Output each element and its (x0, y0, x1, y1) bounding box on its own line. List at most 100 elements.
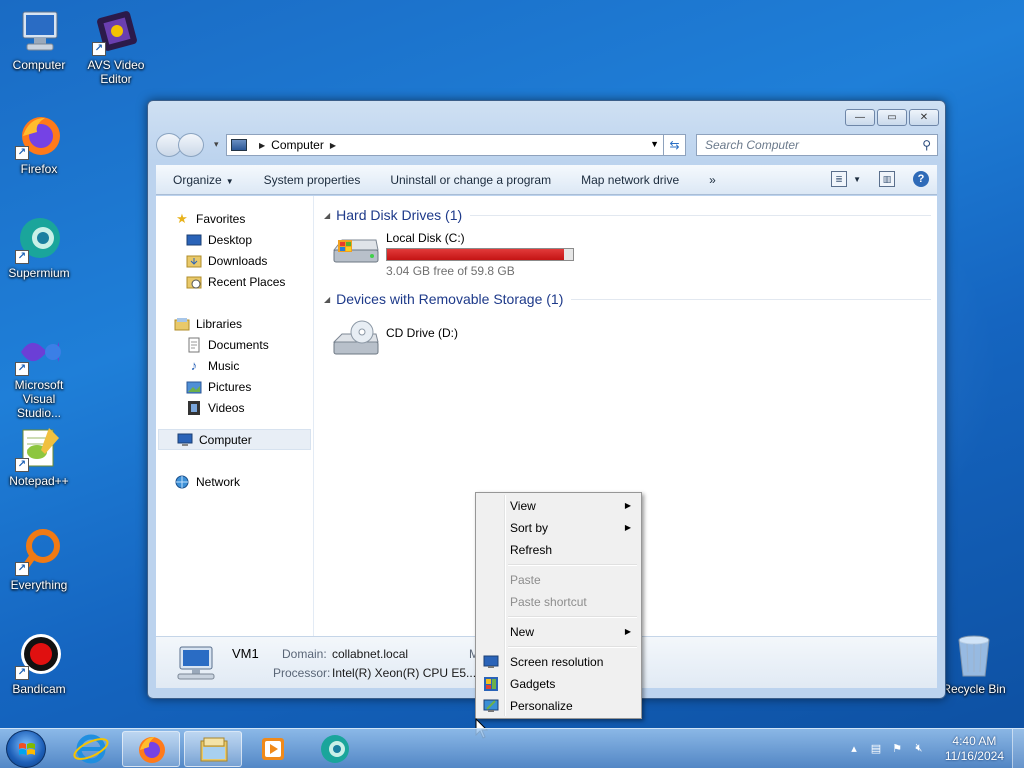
menu-item-screen-resolution[interactable]: Screen resolution (478, 651, 639, 673)
firefox-icon (139, 737, 165, 763)
menu-item-personalize[interactable]: Personalize (478, 695, 639, 717)
map-network-drive-button[interactable]: Map network drive (581, 173, 679, 187)
desktop-icon-avs-video-editor[interactable]: ↗ AVS Video Editor (78, 8, 154, 86)
system-properties-button[interactable]: System properties (264, 173, 361, 187)
supermium-icon (321, 735, 349, 763)
desktop-icon-visual-studio[interactable]: ↗ Microsoft Visual Studio... (1, 328, 77, 420)
visual-studio-icon: ↗ (15, 328, 63, 376)
breadcrumb-separator-icon[interactable]: ▶ (259, 141, 265, 150)
organize-button[interactable]: Organize ▼ (173, 173, 234, 187)
menu-item-paste-shortcut[interactable]: Paste shortcut (478, 591, 639, 613)
volume-muted-icon[interactable]: 🔇︎ (912, 742, 926, 756)
nav-item-downloads[interactable]: Downloads (156, 250, 313, 271)
nav-item-label: Computer (199, 432, 252, 447)
clock[interactable]: 4:40 AM 11/16/2024 (945, 734, 1004, 764)
shortcut-arrow-icon: ↗ (15, 250, 29, 264)
menu-item-label: Screen resolution (510, 655, 604, 669)
desktop-icon-everything[interactable]: ↗ Everything (1, 528, 77, 592)
action-center-flag-icon[interactable]: ⚑ (890, 742, 904, 756)
desktop-icon-computer[interactable]: Computer (1, 8, 77, 72)
nav-item-music[interactable]: ♪ Music (156, 355, 313, 376)
cd-drive-icon (332, 320, 380, 355)
window-controls: — ▭ ✕ (845, 109, 939, 126)
show-desktop-button[interactable] (1012, 729, 1024, 768)
address-bar[interactable]: ▶ Computer ▶ ▼ (226, 134, 664, 156)
taskbar-internet-explorer[interactable] (62, 731, 120, 767)
desktop-icon-bandicam[interactable]: ↗ Bandicam (1, 632, 77, 696)
nav-item-label: Music (208, 358, 240, 373)
change-view-button[interactable]: ≣ ▼ (831, 171, 861, 187)
desktop-icon-supermium[interactable]: ↗ Supermium (1, 216, 77, 280)
breadcrumb-computer[interactable]: Computer (271, 138, 324, 152)
group-header-removable[interactable]: ◢ Devices with Removable Storage (1) (322, 288, 937, 310)
uninstall-program-button[interactable]: Uninstall or change a program (390, 173, 551, 187)
recent-pages-dropdown-icon[interactable]: ▾ (214, 139, 219, 150)
menu-item-sort-by[interactable]: Sort by ▶ (478, 517, 639, 539)
shortcut-arrow-icon: ↗ (15, 458, 29, 472)
chevron-down-icon: ▼ (225, 176, 234, 186)
desktop-icon-label: Supermium (8, 266, 70, 280)
collapse-triangle-icon[interactable]: ◢ (324, 211, 330, 220)
close-button[interactable]: ✕ (909, 109, 939, 126)
group-header-hard-disks[interactable]: ◢ Hard Disk Drives (1) (322, 204, 937, 226)
desktop-icon-notepad-plus-plus[interactable]: ↗ Notepad++ (1, 424, 77, 488)
start-button[interactable] (6, 730, 46, 768)
desktop-icon (186, 232, 202, 248)
nav-item-network[interactable]: Network (156, 471, 313, 492)
preview-pane-icon[interactable]: ▥ (879, 171, 895, 187)
nav-item-videos[interactable]: Videos (156, 397, 313, 418)
recent-places-icon (186, 274, 202, 290)
menu-item-new[interactable]: New ▶ (478, 621, 639, 643)
menu-item-gadgets[interactable]: Gadgets (478, 673, 639, 695)
taskbar-supermium[interactable] (306, 731, 364, 767)
hard-disk-icon (332, 234, 380, 268)
restore-button[interactable]: ▭ (877, 109, 907, 126)
media-player-icon (262, 738, 284, 760)
nav-item-pictures[interactable]: Pictures (156, 376, 313, 397)
windows-logo-icon (19, 743, 35, 755)
nav-item-documents[interactable]: Documents (156, 334, 313, 355)
processor-label: Processor: (273, 666, 331, 680)
menu-item-label: Sort by (510, 521, 549, 535)
refresh-button[interactable]: ⇆ (664, 134, 686, 156)
address-dropdown-icon[interactable]: ▼ (650, 139, 659, 149)
supermium-icon: ↗ (15, 216, 63, 264)
view-icon: ≣ (831, 171, 848, 187)
taskbar-media-player[interactable] (244, 731, 302, 767)
menu-item-label: New (510, 625, 535, 639)
nav-item-computer[interactable]: Computer (158, 429, 311, 450)
menu-item-view[interactable]: View ▶ (478, 495, 639, 517)
search-input[interactable]: Search Computer ⚲ (696, 134, 938, 156)
breadcrumb-separator-icon[interactable]: ▶ (330, 141, 336, 150)
drive-item-d[interactable]: CD Drive (D:) (332, 310, 937, 370)
group-title: Hard Disk Drives (1) (336, 207, 463, 223)
collapse-triangle-icon[interactable]: ◢ (324, 295, 330, 304)
minimize-button[interactable]: — (845, 109, 875, 126)
taskbar-windows-explorer[interactable] (184, 731, 242, 767)
search-icon[interactable]: ⚲ (922, 138, 931, 152)
menu-item-paste[interactable]: Paste (478, 569, 639, 591)
menu-item-label: Paste shortcut (510, 595, 587, 609)
help-icon[interactable]: ? (913, 171, 929, 187)
command-toolbar: Organize ▼ System properties Uninstall or… (156, 165, 937, 195)
desktop-icon-recycle-bin[interactable]: Recycle Bin (936, 632, 1012, 696)
nav-item-desktop[interactable]: Desktop (156, 229, 313, 250)
nav-item-favorites[interactable]: ★ Favorites (156, 208, 313, 229)
more-commands-button[interactable]: » (709, 173, 716, 187)
network-tray-icon[interactable]: ▤ (869, 742, 883, 756)
nav-item-label: Videos (208, 400, 245, 415)
menu-separator (478, 643, 639, 651)
taskbar-firefox[interactable] (122, 731, 180, 767)
drive-item-c[interactable]: Local Disk (C:) 3.04 GB free of 59.8 GB (332, 226, 937, 284)
nav-item-recent-places[interactable]: Recent Places (156, 271, 313, 292)
navigation-pane: ★ Favorites Desktop Downloads Recent Pla… (156, 196, 314, 636)
menu-item-refresh[interactable]: Refresh (478, 539, 639, 561)
desktop-icon-firefox[interactable]: ↗ Firefox (1, 112, 77, 176)
nav-item-label: Desktop (208, 232, 253, 247)
nav-item-libraries[interactable]: Libraries (156, 313, 313, 334)
forward-button[interactable] (178, 133, 204, 157)
show-hidden-icons-icon[interactable]: ▴ (847, 742, 861, 756)
